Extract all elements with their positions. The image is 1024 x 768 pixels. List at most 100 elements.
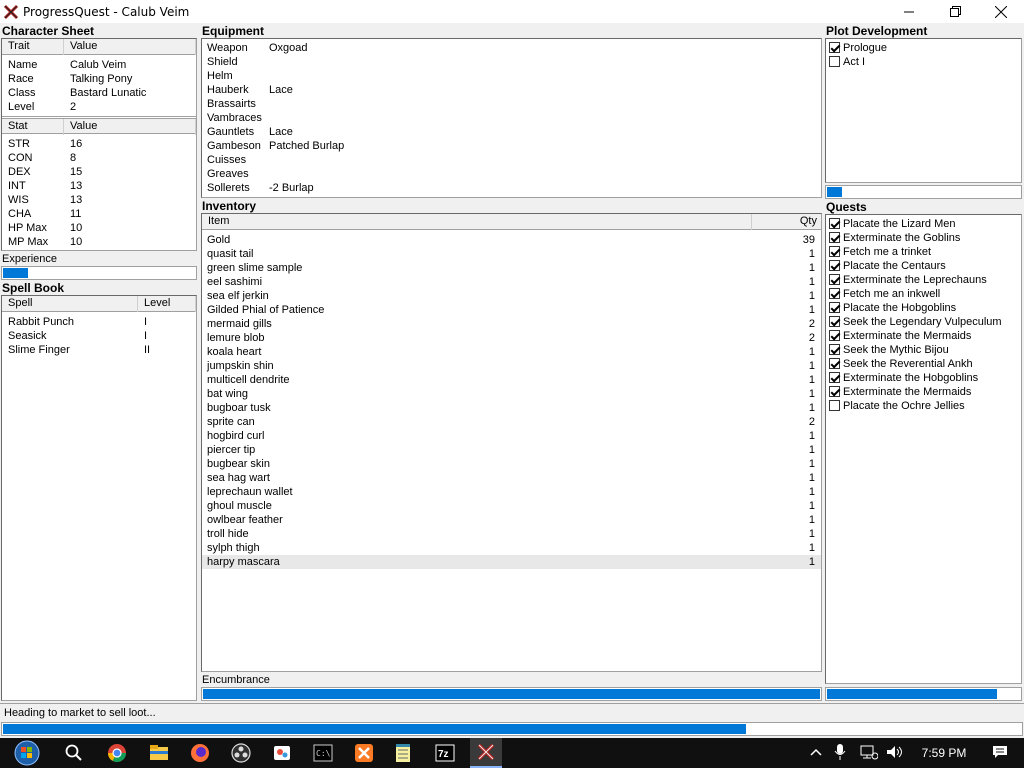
inventory-row[interactable]: bugbear skin 1 <box>202 457 821 471</box>
plot-act-row[interactable]: Act I <box>826 55 1021 69</box>
quest-checkbox[interactable] <box>829 316 840 327</box>
inventory-row[interactable]: bugboar tusk 1 <box>202 401 821 415</box>
stat-row[interactable]: MP Max 10 <box>2 235 196 249</box>
spell-book-list[interactable]: Spell Level Rabbit Punch I Seasick I Slime F… <box>1 295 197 701</box>
spell-row[interactable]: Seasick I <box>2 329 196 343</box>
equipment-row[interactable]: Gambeson Patched Burlap <box>202 139 821 153</box>
equipment-row[interactable]: Brassairts <box>202 97 821 111</box>
equipment-row[interactable]: Vambraces <box>202 111 821 125</box>
notifications-button[interactable] <box>992 745 1012 762</box>
trait-column-header[interactable]: Trait <box>2 39 64 55</box>
stat-row[interactable]: STR 16 <box>2 137 196 151</box>
quest-checkbox[interactable] <box>829 232 840 243</box>
trait-row[interactable]: Name Calub Veim <box>2 58 196 72</box>
inventory-row[interactable]: hogbird curl 1 <box>202 429 821 443</box>
inventory-row[interactable]: koala heart 1 <box>202 345 821 359</box>
microphone-button[interactable] <box>834 743 856 763</box>
equipment-list[interactable]: Weapon Oxgoad Shield Helm Hauberk Lace Brassai… <box>201 38 822 198</box>
taskbar-file-explorer[interactable] <box>147 741 171 765</box>
trait-row[interactable]: Class Bastard Lunatic <box>2 86 196 100</box>
quest-row[interactable]: Exterminate the Leprechauns <box>826 273 1021 287</box>
spell-column-header[interactable]: Spell <box>2 296 138 312</box>
plot-list[interactable]: Prologue Act I <box>825 38 1022 183</box>
inventory-row[interactable]: sprite can 2 <box>202 415 821 429</box>
quest-row[interactable]: Seek the Legendary Vulpeculum <box>826 315 1021 329</box>
taskbar-xampp[interactable] <box>352 741 376 765</box>
quest-checkbox[interactable] <box>829 288 840 299</box>
taskbar-firefox[interactable] <box>188 741 212 765</box>
inventory-row[interactable]: sea hag wart 1 <box>202 471 821 485</box>
taskbar-paint[interactable] <box>270 741 294 765</box>
taskbar-chrome[interactable] <box>105 741 129 765</box>
taskbar-terminal[interactable]: C:\ <box>311 741 335 765</box>
quest-checkbox[interactable] <box>829 386 840 397</box>
close-button[interactable] <box>978 0 1024 23</box>
equipment-row[interactable]: Shield <box>202 55 821 69</box>
windows-start-button[interactable] <box>11 738 43 768</box>
quest-row[interactable]: Placate the Hobgoblins <box>826 301 1021 315</box>
taskbar-progressquest[interactable] <box>470 738 502 768</box>
inventory-row[interactable]: Gilded Phial of Patience 1 <box>202 303 821 317</box>
quest-checkbox[interactable] <box>829 330 840 341</box>
quest-checkbox[interactable] <box>829 246 840 257</box>
inventory-row[interactable]: sylph thigh 1 <box>202 541 821 555</box>
inventory-row[interactable]: lemure blob 2 <box>202 331 821 345</box>
item-column-header[interactable]: Item <box>202 214 752 230</box>
character-sheet-list[interactable]: Trait Value Name Calub Veim Race Talking Po… <box>1 38 197 251</box>
trait-row[interactable]: Race Talking Pony <box>2 72 196 86</box>
volume-button[interactable] <box>886 744 908 763</box>
inventory-row[interactable]: bat wing 1 <box>202 387 821 401</box>
equipment-row[interactable]: Hauberk Lace <box>202 83 821 97</box>
taskbar-obs[interactable] <box>229 741 253 765</box>
inventory-row[interactable]: piercer tip 1 <box>202 443 821 457</box>
stat-column-header[interactable]: Stat <box>2 119 64 135</box>
stat-row[interactable]: DEX 15 <box>2 165 196 179</box>
act-checkbox[interactable] <box>829 56 840 67</box>
quest-checkbox[interactable] <box>829 302 840 313</box>
quest-checkbox[interactable] <box>829 274 840 285</box>
quest-checkbox[interactable] <box>829 358 840 369</box>
inventory-row[interactable]: green slime sample 1 <box>202 261 821 275</box>
plot-act-row[interactable]: Prologue <box>826 41 1021 55</box>
taskbar-notepad[interactable] <box>391 741 415 765</box>
inventory-row[interactable]: troll hide 1 <box>202 527 821 541</box>
equipment-row[interactable]: Sollerets -2 Burlap <box>202 181 821 195</box>
spell-row[interactable]: Rabbit Punch I <box>2 315 196 329</box>
stat-row[interactable]: CHA 11 <box>2 207 196 221</box>
quest-row[interactable]: Seek the Reverential Ankh <box>826 357 1021 371</box>
stat-row[interactable]: INT 13 <box>2 179 196 193</box>
quest-row[interactable]: Placate the Ochre Jellies <box>826 399 1021 413</box>
value-column-header[interactable]: Value <box>64 39 196 55</box>
inventory-row[interactable]: mermaid gills 2 <box>202 317 821 331</box>
taskbar-7zip[interactable]: 7z <box>433 741 457 765</box>
equipment-row[interactable]: Gauntlets Lace <box>202 125 821 139</box>
inventory-row[interactable]: sea elf jerkin 1 <box>202 289 821 303</box>
clock[interactable]: 7:59 PM <box>916 746 972 760</box>
trait-row[interactable]: Level 2 <box>2 100 196 114</box>
inventory-row[interactable]: owlbear feather 1 <box>202 513 821 527</box>
stat-row[interactable]: WIS 13 <box>2 193 196 207</box>
minimize-button[interactable] <box>886 0 932 23</box>
quest-row[interactable]: Fetch me an inkwell <box>826 287 1021 301</box>
quests-list[interactable]: Placate the Lizard Men Exterminate the Go… <box>825 214 1022 684</box>
quest-row[interactable]: Exterminate the Goblins <box>826 231 1021 245</box>
quest-checkbox[interactable] <box>829 344 840 355</box>
quest-checkbox[interactable] <box>829 372 840 383</box>
quest-row[interactable]: Placate the Lizard Men <box>826 217 1021 231</box>
quest-checkbox[interactable] <box>829 260 840 271</box>
network-button[interactable] <box>860 744 882 763</box>
inventory-row[interactable]: Gold 39 <box>202 233 821 247</box>
inventory-row[interactable]: leprechaun wallet 1 <box>202 485 821 499</box>
inventory-list[interactable]: Item Qty Gold 39 quasit tail 1 green slime s… <box>201 213 822 672</box>
quest-row[interactable]: Exterminate the Hobgoblins <box>826 371 1021 385</box>
inventory-row[interactable]: harpy mascara 1 <box>202 555 821 569</box>
quest-row[interactable]: Exterminate the Mermaids <box>826 385 1021 399</box>
equipment-row[interactable]: Greaves <box>202 167 821 181</box>
stat-row[interactable]: HP Max 10 <box>2 221 196 235</box>
inventory-row[interactable]: ghoul muscle 1 <box>202 499 821 513</box>
inventory-row[interactable]: eel sashimi 1 <box>202 275 821 289</box>
act-checkbox[interactable] <box>829 42 840 53</box>
equipment-row[interactable]: Weapon Oxgoad <box>202 41 821 55</box>
quest-row[interactable]: Seek the Mythic Bijou <box>826 343 1021 357</box>
stat-value-column-header[interactable]: Value <box>64 119 196 135</box>
